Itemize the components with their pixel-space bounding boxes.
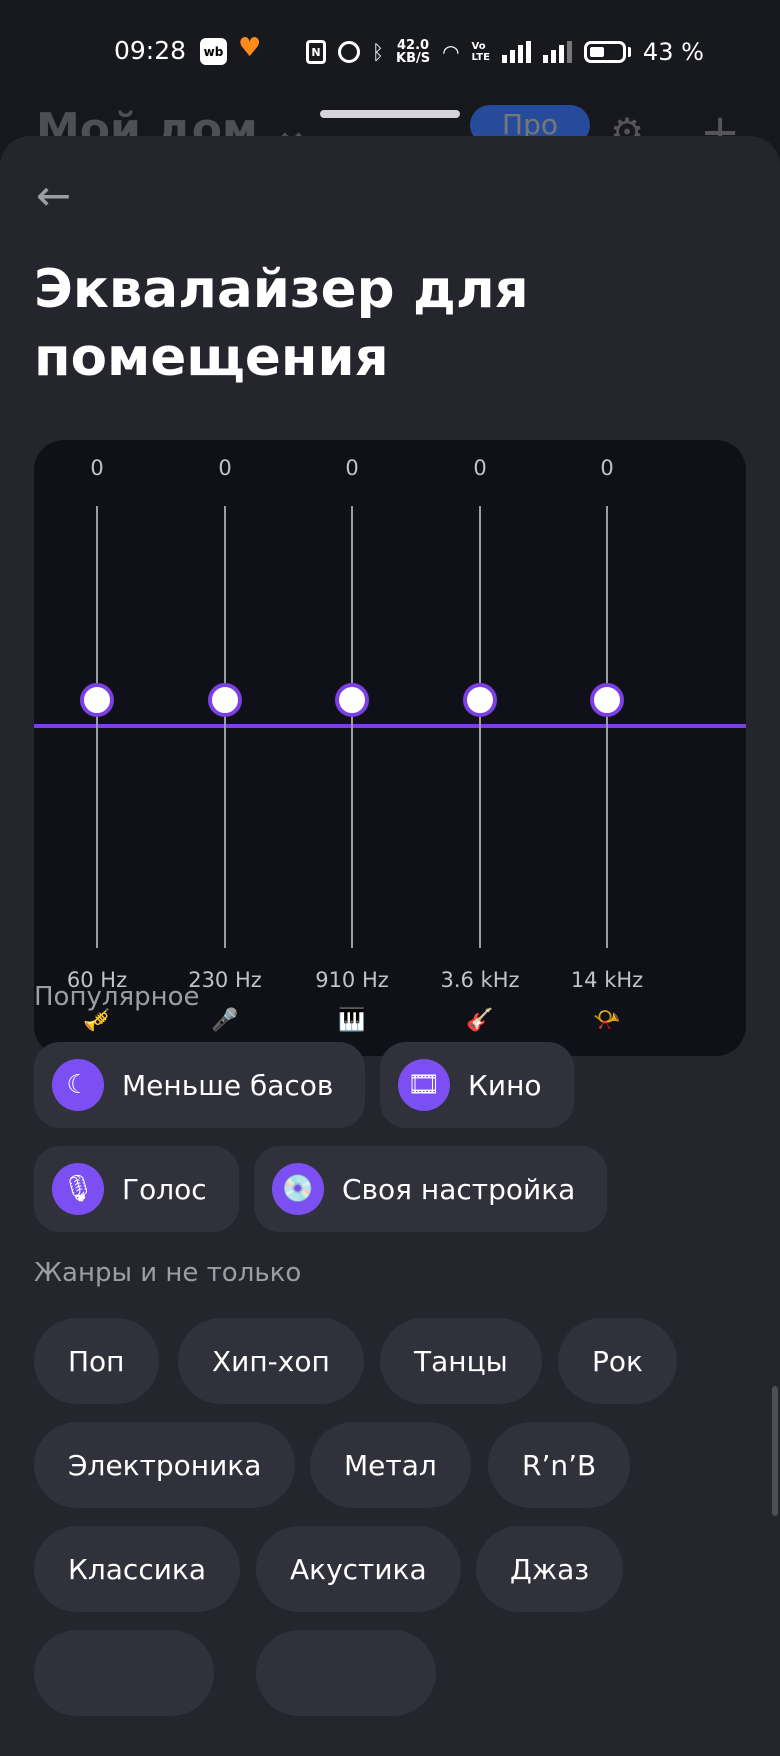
eq-band-value: 0 xyxy=(345,456,359,480)
eq-band-slider[interactable] xyxy=(224,506,226,948)
eq-band: 0 230 Hz 🎤 xyxy=(165,440,285,1056)
preset-custom[interactable]: 💿 Своя настройка xyxy=(254,1146,608,1232)
eq-band-slider[interactable] xyxy=(351,506,353,948)
microphone-icon: 🎙 xyxy=(52,1163,104,1215)
film-icon: 🎞 xyxy=(398,1059,450,1111)
eq-band-knob[interactable] xyxy=(208,683,242,717)
preset-label: Кино xyxy=(468,1068,542,1102)
preset-label: Своя настройка xyxy=(342,1172,576,1206)
volte-icon: Vo LTE xyxy=(472,41,490,63)
preset-less-bass[interactable]: ☾ Меньше басов xyxy=(34,1042,366,1128)
battery-tip xyxy=(627,47,631,57)
back-button[interactable]: ← xyxy=(36,175,88,220)
status-icons: N ᛒ 42.0 KB/S ◠ Vo LTE 43 % xyxy=(306,38,704,66)
network-speed-unit: KB/S xyxy=(396,51,431,66)
eq-band-slider[interactable] xyxy=(606,506,608,948)
genre-rnb[interactable]: R’n’B xyxy=(488,1422,631,1508)
preset-cinema[interactable]: 🎞 Кино xyxy=(380,1042,574,1128)
genre-acoustic[interactable]: Акустика xyxy=(256,1526,461,1612)
eq-band-knob[interactable] xyxy=(463,683,497,717)
bluetooth-icon: ᛒ xyxy=(372,40,384,64)
eq-band-value: 0 xyxy=(600,456,614,480)
eq-band-value: 0 xyxy=(90,456,104,480)
scrollbar[interactable] xyxy=(772,1386,778,1516)
arrow-left-icon: ← xyxy=(36,171,72,220)
genre-rock[interactable]: Рок xyxy=(558,1318,677,1404)
eq-band: 0 60 Hz 🎺 xyxy=(37,440,157,1056)
genre-classical[interactable]: Классика xyxy=(34,1526,240,1612)
eq-band-value: 0 xyxy=(473,456,487,480)
genre-more-1[interactable] xyxy=(34,1630,214,1716)
genre-metal[interactable]: Метал xyxy=(310,1422,471,1508)
nfc-icon: N xyxy=(306,40,326,64)
page-title: Эквалайзер для помещения xyxy=(34,259,529,388)
moon-icon: ☾ xyxy=(52,1059,104,1111)
heart-icon: ♥ xyxy=(238,33,262,63)
genres-heading: Жанры и не только xyxy=(34,1258,302,1288)
piano-icon: 🎹 xyxy=(338,1008,366,1033)
eq-band-label: 14 kHz xyxy=(570,968,644,992)
eq-band: 0 910 Hz 🎹 xyxy=(292,440,412,1056)
sheet-drag-handle[interactable] xyxy=(320,110,460,118)
eq-band-value: 0 xyxy=(218,456,232,480)
genre-more-2[interactable] xyxy=(256,1630,436,1716)
guitar-icon: 🎸 xyxy=(466,1008,494,1033)
genre-electronic[interactable]: Электроника xyxy=(34,1422,296,1508)
eq-band-knob[interactable] xyxy=(80,683,114,717)
eq-band-slider[interactable] xyxy=(479,506,481,948)
popular-heading: Популярное xyxy=(34,982,200,1012)
battery-icon xyxy=(583,41,626,63)
volte-top: Vo xyxy=(471,41,486,52)
genre-dance[interactable]: Танцы xyxy=(380,1318,542,1404)
preset-label: Голос xyxy=(122,1172,207,1206)
eq-band: 0 14 kHz 📯 xyxy=(547,440,667,1056)
eq-band: 0 3.6 kHz 🎸 xyxy=(420,440,540,1056)
genre-pop[interactable]: Поп xyxy=(34,1318,159,1404)
preset-voice[interactable]: 🎙 Голос xyxy=(34,1146,239,1232)
status-bar: 09:28 wb ♥ N ᛒ 42.0 KB/S ◠ Vo LTE 43 % xyxy=(0,0,780,100)
eq-band-knob[interactable] xyxy=(590,683,624,717)
eq-band-label: 3.6 kHz xyxy=(440,968,520,992)
signal-2-icon xyxy=(542,41,572,63)
whistle-icon: 📯 xyxy=(593,1008,621,1033)
genre-jazz[interactable]: Джаз xyxy=(476,1526,624,1612)
eq-band-knob[interactable] xyxy=(335,683,369,717)
preset-label: Меньше басов xyxy=(122,1068,334,1102)
volte-bottom: LTE xyxy=(471,52,490,63)
signal-1-icon xyxy=(501,41,531,63)
wifi-icon: ◠ xyxy=(442,40,460,64)
battery-percent: 43 % xyxy=(642,38,704,66)
equalizer-panel: 0 60 Hz 🎺 0 230 Hz 🎤 0 910 Hz 🎹 0 3.6 kHz 🎸 0 14 kHz 📯 xyxy=(34,440,746,1056)
genre-hiphop[interactable]: Хип-хоп xyxy=(178,1318,364,1404)
alarm-icon xyxy=(338,41,360,63)
network-speed: 42.0 KB/S xyxy=(396,39,430,65)
status-time: 09:28 xyxy=(114,36,187,65)
equalizer-sheet: ← Эквалайзер для помещения 0 60 Hz 🎺 0 230 H… xyxy=(0,136,780,1756)
disc-icon: 💿 xyxy=(272,1163,324,1215)
eq-band-label: 910 Hz xyxy=(315,968,389,992)
eq-band-slider[interactable] xyxy=(96,506,98,948)
wildberries-icon: wb xyxy=(200,38,227,65)
